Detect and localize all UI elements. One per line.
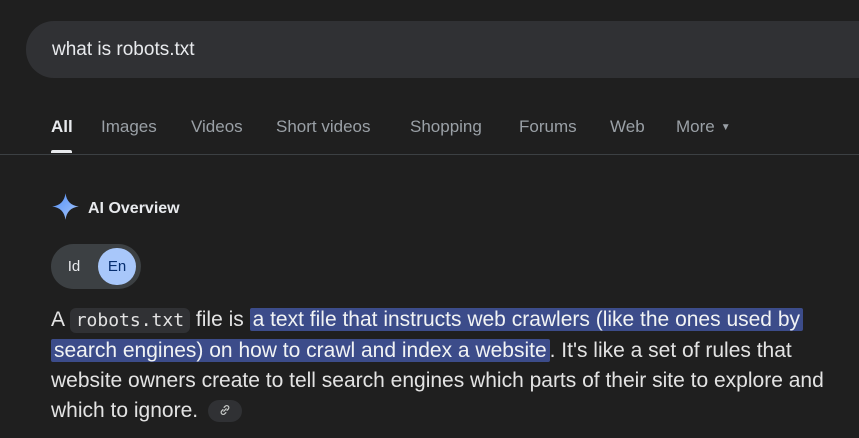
tab-more[interactable]: More ▼ [676,117,731,137]
tab-web[interactable]: Web [610,117,645,137]
search-tabs: All Images Videos Short videos Shopping … [0,100,859,155]
source-link-button[interactable] [207,400,242,423]
ai-overview-answer: A robots.txt file is a text file that in… [51,305,851,426]
ai-overview-header: AI Overview [51,192,180,226]
tab-more-label: More [676,117,715,136]
search-bar[interactable] [26,21,859,78]
tab-images[interactable]: Images [101,117,157,137]
caret-down-icon: ▼ [720,122,731,133]
tab-all[interactable]: All [51,117,73,137]
inline-code: robots.txt [69,308,191,333]
tab-short-videos[interactable]: Short videos [276,117,371,137]
tab-videos[interactable]: Videos [191,117,243,137]
active-tab-indicator [51,150,72,153]
link-icon [218,396,232,426]
sparkle-icon [51,192,80,226]
language-toggle: Id En [51,244,141,289]
answer-text-mid: file is [190,308,250,331]
search-input[interactable] [52,38,297,61]
answer-text-start: A [51,308,70,331]
tab-shopping[interactable]: Shopping [410,117,482,137]
tab-forums[interactable]: Forums [519,117,577,137]
ai-overview-title: AI Overview [88,200,180,217]
language-option-id[interactable]: Id [55,248,93,285]
language-option-en[interactable]: En [98,248,136,285]
